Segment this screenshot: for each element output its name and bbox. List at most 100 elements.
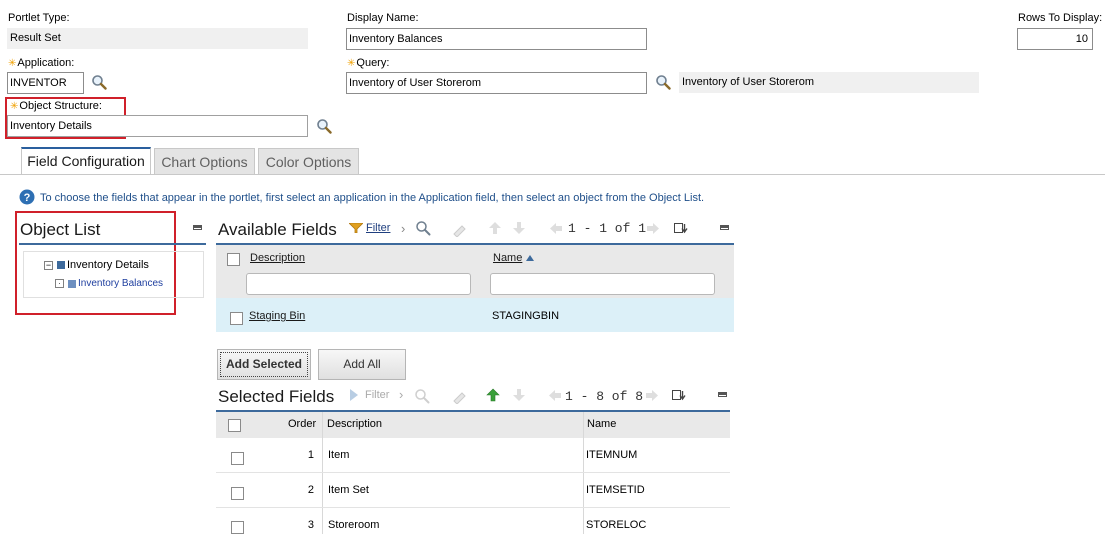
- tree-node-inventory-details[interactable]: − Inventory Details: [44, 259, 149, 271]
- tab-field-configuration[interactable]: Field Configuration: [21, 147, 151, 175]
- magnifier-icon[interactable]: [655, 74, 671, 90]
- arrow-down-icon: [513, 222, 525, 234]
- row-checkbox[interactable]: [231, 452, 244, 465]
- arrow-up-icon[interactable]: [486, 388, 500, 402]
- sort-ascending-icon: [526, 255, 535, 261]
- required-star-icon: ✳: [10, 101, 19, 112]
- previous-page-icon: [549, 390, 561, 401]
- select-all-checkbox[interactable]: [227, 253, 240, 266]
- column-name[interactable]: Name: [493, 252, 522, 264]
- magnifier-icon[interactable]: [415, 220, 431, 236]
- table-row[interactable]: Staging Bin STAGINGBIN: [216, 298, 734, 332]
- select-all-checkbox[interactable]: [228, 419, 241, 432]
- row-description: Item: [328, 449, 350, 461]
- available-fields-pagination: 1 - 1 of 1: [568, 221, 647, 236]
- column-separator: [583, 412, 584, 438]
- column-separator: [583, 438, 584, 472]
- svg-text:?: ?: [24, 192, 31, 204]
- object-list-title: Object List: [20, 220, 101, 239]
- description-filter-input[interactable]: [246, 273, 471, 295]
- filter-icon: [349, 223, 363, 233]
- display-name-label: Display Name:: [347, 12, 419, 24]
- selected-fields-header: Order Description Name: [216, 410, 730, 438]
- name-filter-input[interactable]: [490, 273, 715, 295]
- magnifier-icon: [415, 389, 430, 404]
- arrow-down-icon: [513, 389, 525, 401]
- magnifier-icon[interactable]: [91, 74, 107, 90]
- row-order: 1: [307, 449, 314, 461]
- clear-filter-icon: [453, 392, 466, 404]
- tree-node-inventory-balances[interactable]: · Inventory Balances: [55, 278, 163, 289]
- row-order: 2: [307, 484, 314, 496]
- leaf-icon: ·: [55, 279, 64, 288]
- filter-toggle[interactable]: Filter: [349, 222, 390, 234]
- table-row[interactable]: 2 Item Set ITEMSETID: [216, 473, 730, 508]
- tab-chart-options[interactable]: Chart Options: [154, 148, 255, 175]
- next-page-icon: [647, 223, 659, 234]
- filter-link[interactable]: Filter: [366, 222, 390, 234]
- table-row[interactable]: 3 Storeroom STORELOC: [216, 508, 730, 534]
- application-input[interactable]: INVENTOR: [7, 72, 84, 94]
- download-icon[interactable]: [672, 389, 686, 402]
- column-separator: [583, 473, 584, 507]
- row-description: Item Set: [328, 484, 369, 496]
- row-description-link[interactable]: Staging Bin: [249, 310, 305, 322]
- row-order: 3: [307, 519, 314, 531]
- tab-divider: [0, 174, 1105, 175]
- query-input[interactable]: Inventory of User Storerom: [346, 72, 647, 94]
- object-structure-input[interactable]: Inventory Details: [7, 115, 308, 137]
- tree-node-label: Inventory Details: [67, 259, 149, 271]
- required-star-icon: ✳: [8, 58, 17, 69]
- object-structure-label: Object Structure:: [19, 100, 102, 112]
- add-all-button[interactable]: Add All: [318, 349, 406, 380]
- minimize-icon[interactable]: [720, 225, 729, 230]
- row-name: STORELOC: [586, 519, 647, 531]
- tree-node-label: Inventory Balances: [78, 278, 164, 289]
- row-name: STAGINGBIN: [492, 310, 560, 322]
- query-description-field: Inventory of User Storerom: [679, 72, 979, 93]
- object-structure-label-wrap: ✳Object Structure:: [10, 100, 102, 112]
- column-name-sort[interactable]: Name: [493, 252, 535, 264]
- minimize-icon[interactable]: [193, 225, 202, 230]
- portlet-type-field: Result Set: [7, 28, 308, 49]
- column-name: Name: [587, 418, 617, 430]
- collapse-icon[interactable]: −: [44, 260, 53, 270]
- column-description: Description: [327, 418, 383, 430]
- available-fields-title: Available Fields: [218, 220, 337, 239]
- column-description[interactable]: Description: [250, 252, 305, 264]
- available-fields-header: Description Name: [216, 243, 734, 298]
- column-separator: [322, 508, 323, 534]
- object-tree: − Inventory Details · Inventory Balances: [23, 251, 204, 298]
- application-label: Application:: [17, 57, 75, 69]
- row-name: ITEMNUM: [586, 449, 638, 461]
- query-label: Query:: [356, 57, 390, 69]
- table-row[interactable]: 1 Item ITEMNUM: [216, 438, 730, 473]
- column-separator: [322, 412, 323, 438]
- filter-toggle-disabled: Filter: [349, 389, 389, 401]
- object-list-rule: [19, 243, 206, 245]
- column-order: Order: [288, 418, 317, 430]
- required-star-icon: ✳: [347, 58, 356, 69]
- previous-page-icon: [550, 223, 562, 234]
- add-selected-button[interactable]: Add Selected: [217, 349, 311, 380]
- minimize-icon[interactable]: [718, 392, 727, 397]
- magnifier-icon[interactable]: [316, 118, 332, 134]
- help-text: To choose the fields that appear in the …: [40, 192, 705, 204]
- portlet-type-label: Portlet Type:: [8, 12, 70, 24]
- download-icon[interactable]: [674, 222, 688, 235]
- application-label-wrap: ✳Application:: [8, 57, 74, 69]
- tab-color-options[interactable]: Color Options: [258, 148, 359, 175]
- row-checkbox[interactable]: [231, 521, 244, 534]
- object-icon: [68, 279, 76, 288]
- object-icon: [57, 261, 65, 269]
- chevron-right-icon: ›: [401, 221, 406, 236]
- row-checkbox[interactable]: [231, 487, 244, 500]
- rows-to-display-input[interactable]: 10: [1017, 28, 1093, 50]
- column-separator: [322, 438, 323, 472]
- display-name-input[interactable]: Inventory Balances: [346, 28, 647, 50]
- row-checkbox[interactable]: [230, 312, 243, 325]
- filter-expand-icon: [350, 389, 358, 401]
- next-page-icon: [646, 390, 658, 401]
- arrow-up-icon: [489, 222, 501, 234]
- chevron-right-icon: ›: [399, 387, 404, 402]
